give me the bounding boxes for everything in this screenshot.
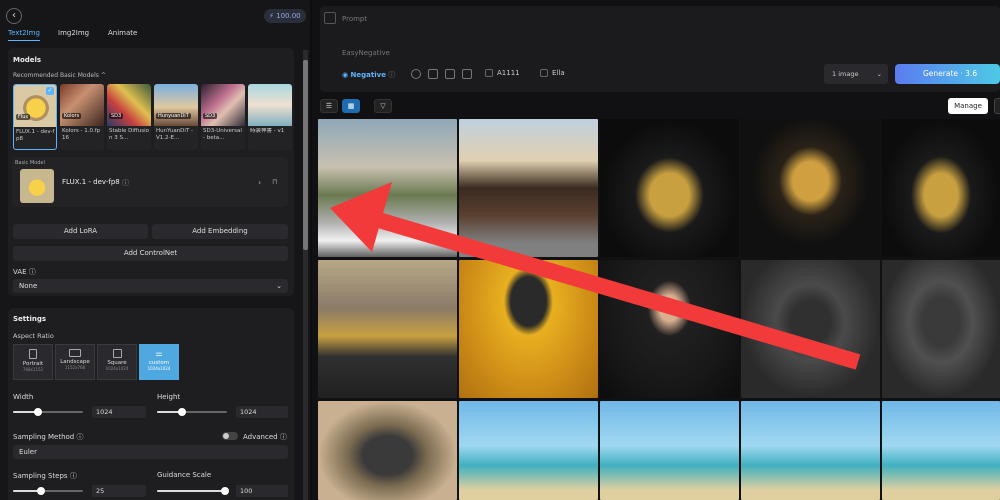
annotation-arrow-icon <box>330 182 861 370</box>
app-root: ‹ ⚡ 100.00 Text2Img Img2Img Animate Mode… <box>0 0 1000 500</box>
